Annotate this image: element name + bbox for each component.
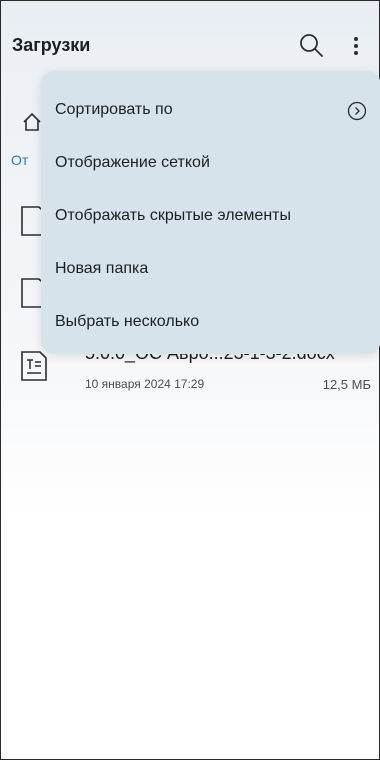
document-icon xyxy=(21,351,47,381)
menu-item-select-multiple[interactable]: Выбрать несколько xyxy=(55,303,365,343)
page-title: Загрузки xyxy=(12,35,91,55)
more-options-button[interactable] xyxy=(344,31,368,61)
menu-item-label: Сортировать по xyxy=(55,101,173,118)
menu-item-show-hidden[interactable]: Отображать скрытые элементы xyxy=(55,197,365,237)
menu-item-sort-by[interactable]: Сортировать по xyxy=(55,91,367,131)
menu-item-grid-view[interactable]: Отображение сеткой xyxy=(55,144,365,184)
menu-item-label: Отображение сеткой xyxy=(55,154,210,171)
search-button[interactable] xyxy=(297,31,327,61)
breadcrumb[interactable]: От xyxy=(11,152,28,168)
search-icon xyxy=(300,34,323,57)
home-icon[interactable] xyxy=(21,111,43,133)
menu-item-label: Новая папка xyxy=(55,260,149,277)
overflow-menu: Сортировать по Отображение сеткой Отобра… xyxy=(41,71,380,354)
chevron-right-circle-icon xyxy=(347,101,367,121)
menu-item-new-folder[interactable]: Новая папка xyxy=(55,250,365,290)
menu-item-label: Выбрать несколько xyxy=(55,313,200,330)
screen: Загрузки От 10 января 2024 17:29 12,5 МБ… xyxy=(0,0,380,760)
more-vert-icon xyxy=(354,37,358,55)
file-size: 12,5 МБ xyxy=(322,377,371,392)
file-date: 10 января 2024 17:29 xyxy=(85,377,205,391)
menu-item-label: Отображать скрытые элементы xyxy=(55,207,291,224)
